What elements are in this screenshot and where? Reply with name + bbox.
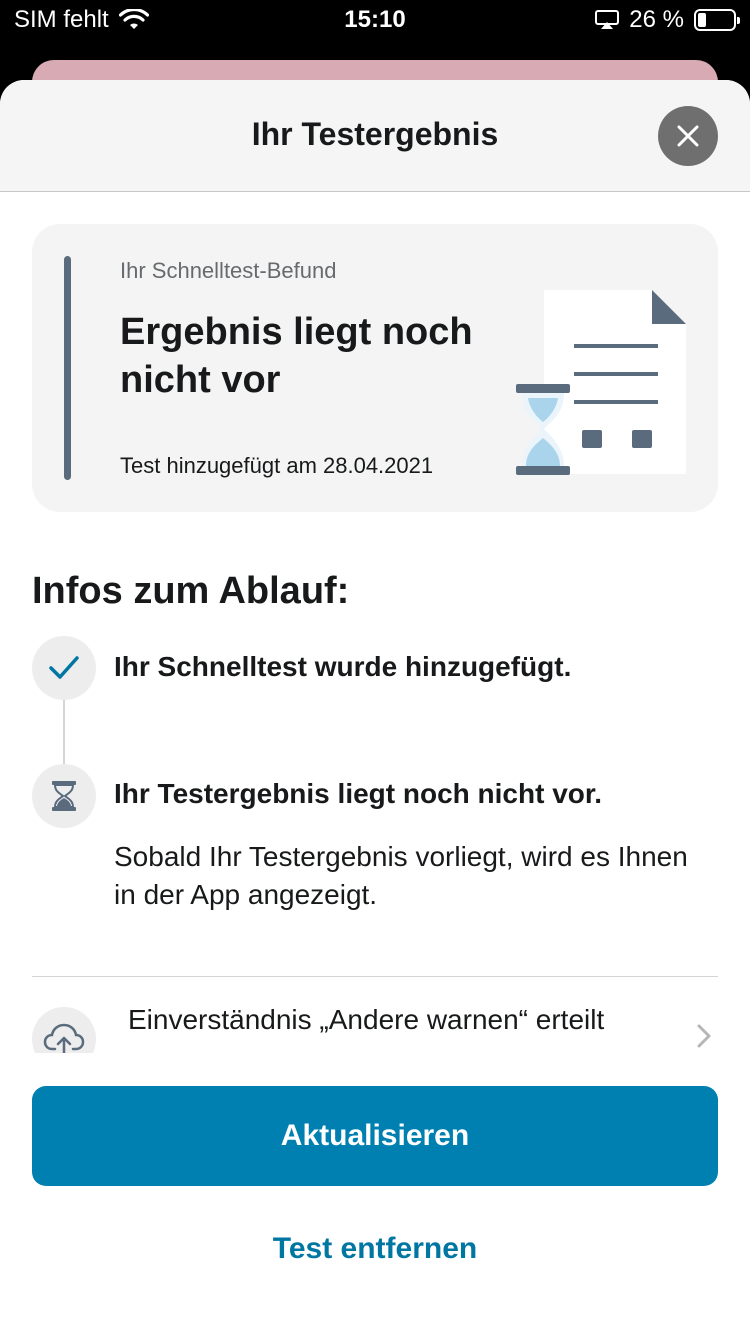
- cloud-upload-icon: [43, 1023, 85, 1053]
- result-sheet: Ihr Testergebnis Ihr Schnelltest-Befund …: [0, 80, 750, 1334]
- result-title: Ergebnis liegt noch nicht vor: [120, 311, 473, 401]
- step-completed-circle: [32, 636, 96, 700]
- battery-percent: 26 %: [629, 6, 684, 33]
- chevron-right-icon: [697, 1024, 711, 1048]
- airplay-icon: [595, 10, 620, 29]
- sheet-title: Ihr Testergebnis: [251, 116, 499, 152]
- remove-test-button[interactable]: Test entfernen: [0, 1232, 750, 1266]
- result-accent-bar: [64, 256, 71, 480]
- step-1-text: Ihr Schnelltest wurde hinzugefügt.: [114, 651, 572, 682]
- step-connector: [63, 700, 65, 764]
- result-date: Test hinzugefügt am 28.04.2021: [120, 453, 434, 478]
- status-right: 26 %: [595, 6, 740, 34]
- close-icon: [677, 125, 699, 147]
- refresh-button[interactable]: Aktualisieren: [32, 1086, 718, 1186]
- infos-heading: Infos zum Ablauf:: [32, 570, 350, 612]
- result-label: Ihr Schnelltest-Befund: [120, 258, 337, 283]
- result-card[interactable]: Ihr Schnelltest-Befund Ergebnis liegt no…: [32, 224, 718, 512]
- step-2-text: Ihr Testergebnis liegt noch nicht vor.: [114, 778, 603, 809]
- step-pending-circle: [32, 764, 96, 828]
- consent-icon-circle: [32, 1007, 96, 1053]
- step-2-subtext: Sobald Ihr Testergebnis vorliegt, wird e…: [114, 841, 688, 910]
- consent-text: Einverständnis „Andere warnen“ erteilt: [128, 1004, 605, 1035]
- hourglass-icon: [52, 781, 76, 811]
- pending-document-illustration: [516, 290, 686, 475]
- consent-row[interactable]: Einverständnis „Andere warnen“ erteilt: [0, 977, 750, 1053]
- close-button[interactable]: [658, 106, 718, 166]
- status-bar: SIM fehlt 15:10 26 %: [0, 0, 750, 40]
- checkmark-icon: [49, 656, 79, 679]
- battery-icon: [694, 9, 740, 31]
- sheet-header: Ihr Testergebnis: [0, 80, 750, 192]
